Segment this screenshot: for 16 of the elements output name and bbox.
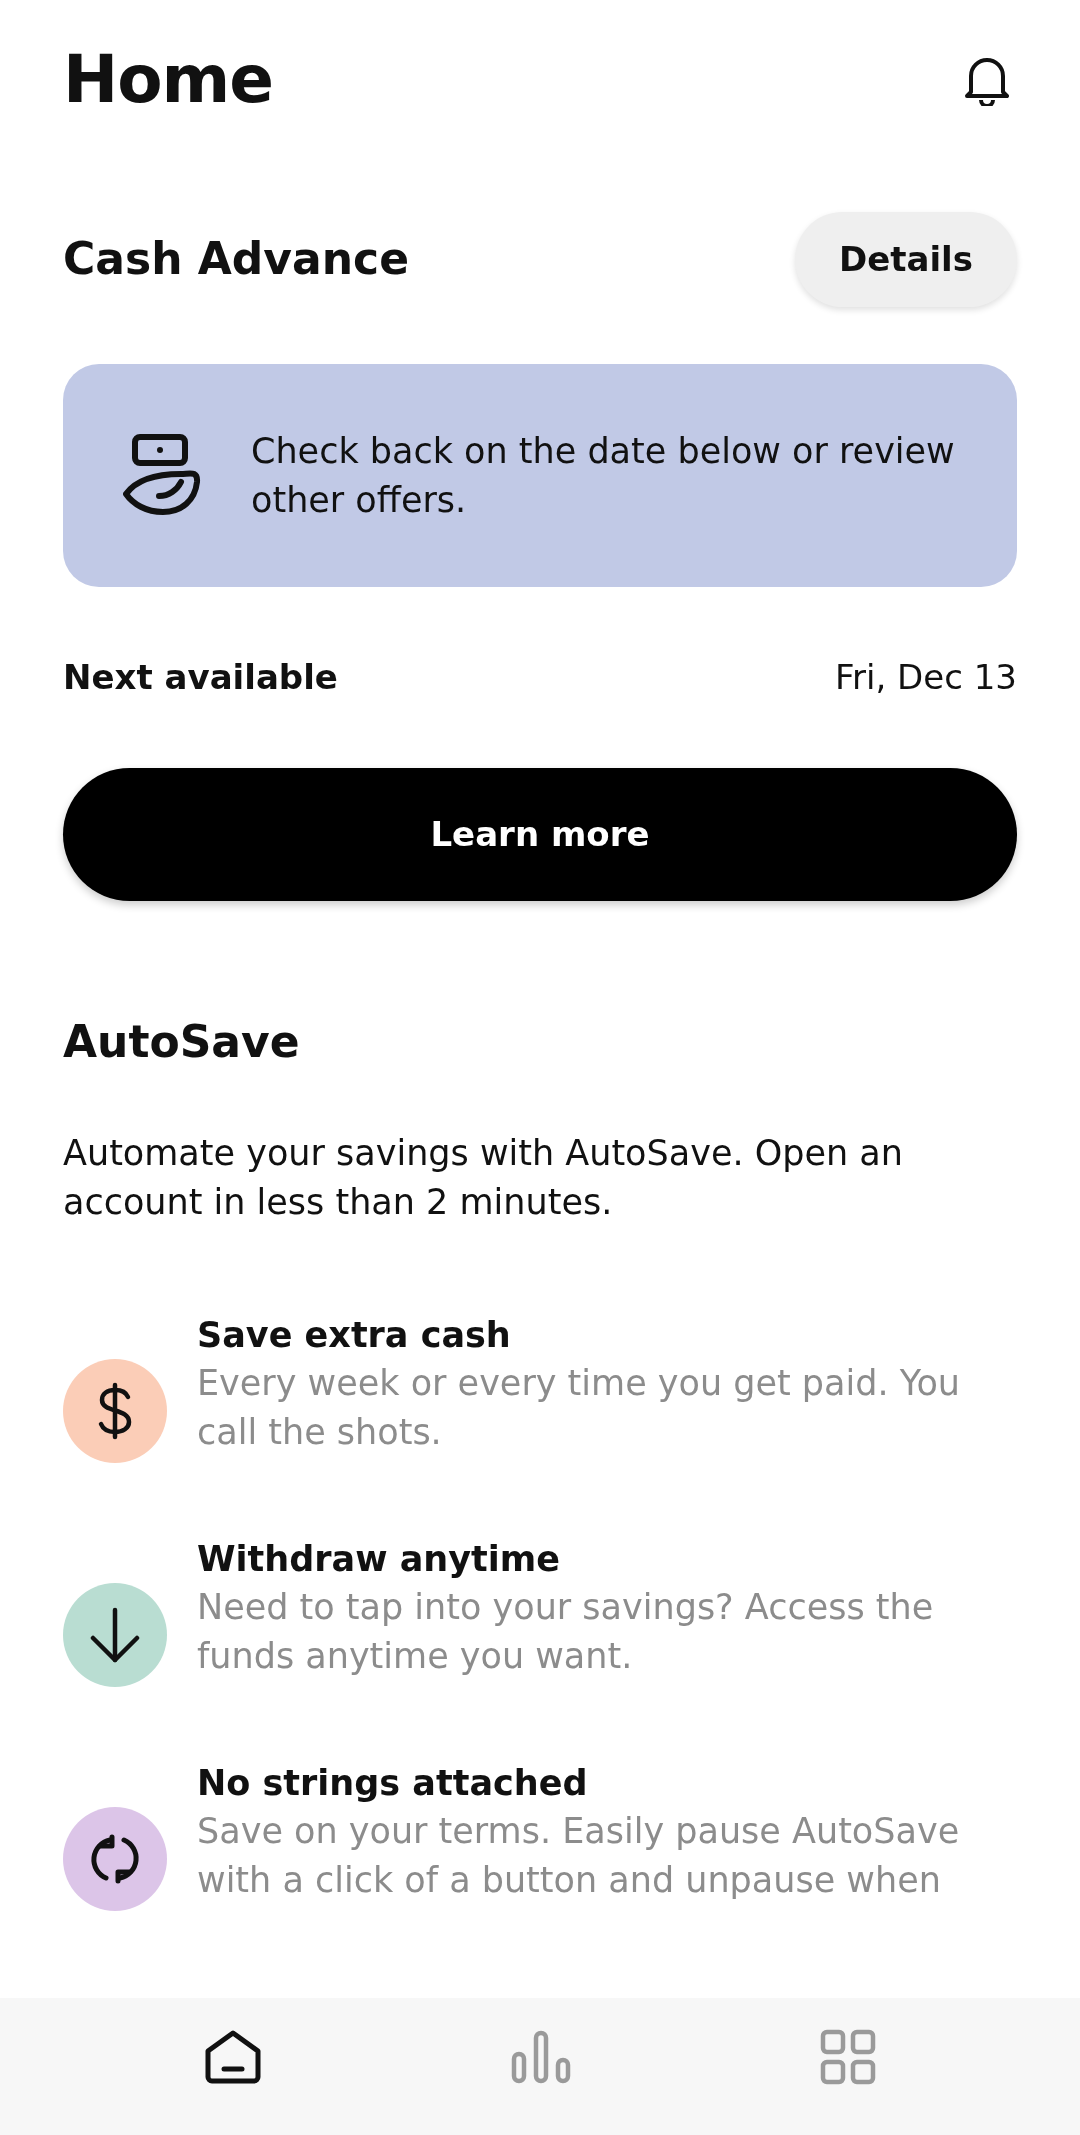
- feature-description: Need to tap into your savings? Access the funds anytime you want.: [197, 1586, 935, 1678]
- feature-description: Every week or every time you get paid. You call the shots.: [197, 1362, 962, 1454]
- learn-more-button[interactable]: Learn more: [63, 768, 1017, 902]
- feature-description: Save on your terms. Easily pause AutoSave with a click of a button and unpause when: [197, 1810, 961, 1902]
- page-title: Home: [63, 40, 274, 120]
- feature-title: Withdraw anytime: [197, 1538, 561, 1581]
- intro-text: Automate your savings with AutoSave. Open an account in less than 2 minutes.: [63, 1132, 904, 1224]
- cash-hand-icon: [123, 433, 203, 518]
- next-available-label: Next available: [63, 656, 338, 700]
- section-title: Cash Advance: [63, 233, 409, 287]
- feature-title: No strings attached: [197, 1762, 589, 1805]
- details-button[interactable]: Details: [794, 212, 1017, 308]
- feature-title: Save extra cash: [197, 1314, 512, 1357]
- section-title: AutoSave: [63, 1016, 301, 1069]
- next-available-date: Fri, Dec 13: [835, 656, 1017, 700]
- banner-text: Check back on the date below or review other offers.: [251, 429, 956, 522]
